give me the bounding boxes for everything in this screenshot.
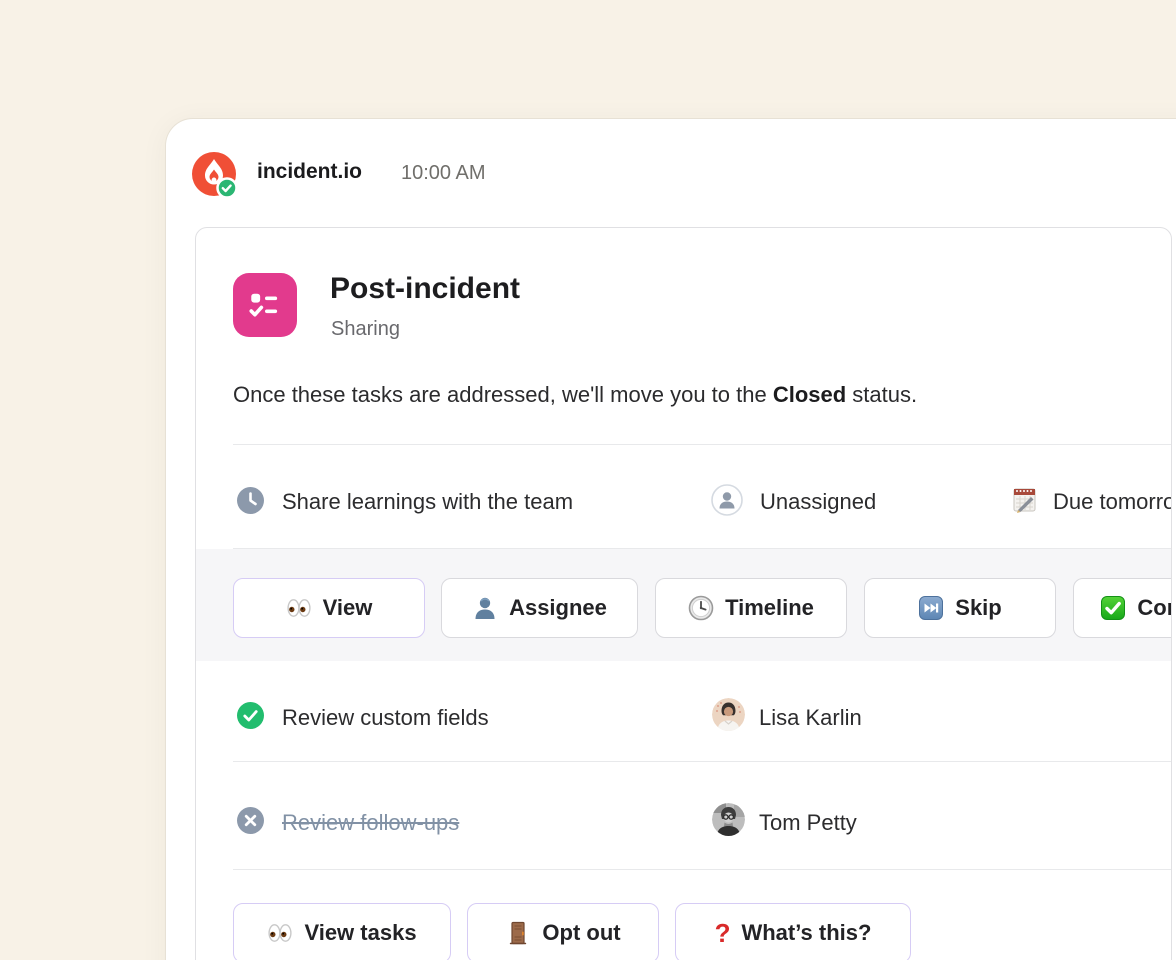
card-body-text: Once these tasks are addressed, we'll mo…	[233, 382, 917, 408]
check-circle-icon	[237, 702, 264, 734]
assignee-icon	[472, 595, 498, 621]
incident-io-bot-avatar[interactable]	[190, 150, 238, 198]
complete-button[interactable]: Complete	[1073, 578, 1172, 638]
task-assignee: Unassigned	[760, 489, 876, 515]
verified-check-icon	[218, 179, 237, 198]
view-button[interactable]: View	[233, 578, 425, 638]
eyes-icon	[286, 595, 312, 621]
task-assignee: Tom Petty	[759, 810, 857, 836]
check-button-icon	[1100, 595, 1126, 621]
task-due-date: Due tomorrow	[1053, 489, 1172, 515]
button-label: View	[323, 595, 373, 621]
body-prefix: Once these tasks are addressed, we'll mo…	[233, 382, 773, 407]
calendar-icon	[1010, 485, 1039, 519]
divider	[233, 761, 1171, 762]
whats-this-button[interactable]: ? What’s this?	[675, 903, 911, 960]
body-suffix: status.	[846, 382, 917, 407]
clock-face-icon	[688, 595, 714, 621]
task-label: Share learnings with the team	[282, 489, 573, 515]
screenshot-stage: incident.io 10:00 AM Post-incident Shari…	[0, 0, 1176, 960]
x-circle-icon	[237, 807, 264, 839]
task-label: Review custom fields	[282, 705, 489, 731]
timeline-button[interactable]: Timeline	[655, 578, 847, 638]
skip-button[interactable]: Skip	[864, 578, 1056, 638]
task-label: Review follow-ups	[282, 810, 459, 836]
assignee-button[interactable]: Assignee	[441, 578, 638, 638]
checklist-icon	[233, 273, 297, 337]
app-name[interactable]: incident.io	[257, 160, 362, 184]
eyes-icon	[267, 920, 293, 946]
body-status-name: Closed	[773, 382, 846, 407]
card-subtitle: Sharing	[331, 318, 400, 341]
divider	[233, 869, 1171, 870]
clock-icon	[237, 487, 264, 519]
button-label: View tasks	[304, 920, 416, 946]
card-title: Post-incident	[330, 272, 520, 306]
button-label: Timeline	[725, 595, 814, 621]
button-label: Opt out	[542, 920, 620, 946]
assignee-avatar	[712, 803, 745, 836]
button-label: Complete	[1137, 595, 1172, 621]
person-circle-icon	[711, 484, 743, 521]
question-mark-icon: ?	[715, 920, 731, 946]
message-timestamp: 10:00 AM	[401, 162, 486, 185]
opt-out-button[interactable]: Opt out	[467, 903, 659, 960]
divider	[233, 444, 1171, 445]
assignee-avatar	[712, 698, 745, 731]
door-icon	[505, 920, 531, 946]
task-assignee: Lisa Karlin	[759, 705, 862, 731]
button-label: Assignee	[509, 595, 607, 621]
view-tasks-button[interactable]: View tasks	[233, 903, 451, 960]
post-incident-card: Post-incident Sharing Once these tasks a…	[195, 227, 1172, 960]
button-label: What’s this?	[741, 920, 871, 946]
skip-forward-icon	[918, 595, 944, 621]
button-label: Skip	[955, 595, 1001, 621]
